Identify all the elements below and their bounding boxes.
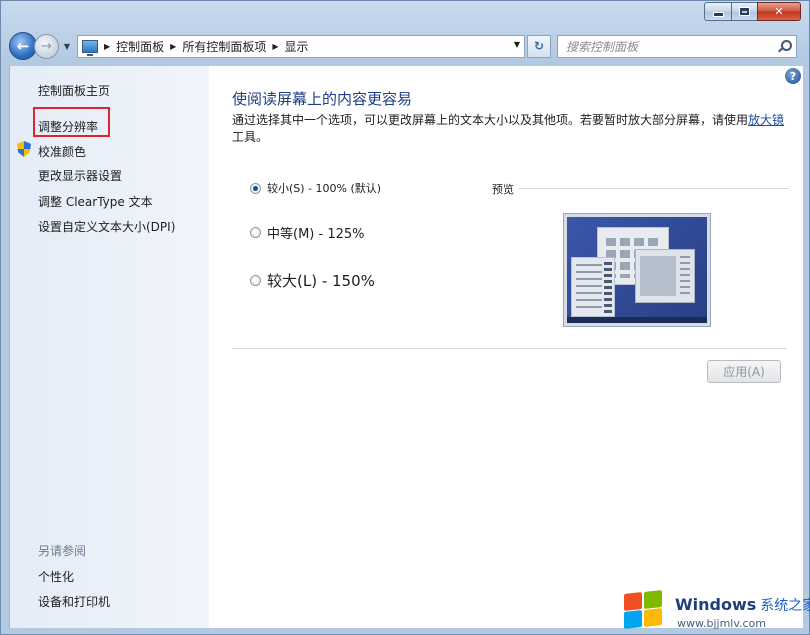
- close-button[interactable]: ✕: [757, 2, 801, 21]
- close-icon: ✕: [774, 5, 784, 18]
- sidebar-item-calibrate-color[interactable]: 校准颜色: [38, 143, 86, 160]
- preview-window: [571, 257, 615, 317]
- uac-shield-icon: [17, 141, 31, 157]
- section-divider: [232, 348, 787, 349]
- refresh-icon: ↻: [533, 39, 545, 53]
- help-mark: ?: [789, 69, 797, 83]
- chevron-down-icon: ▼: [63, 41, 71, 51]
- search-placeholder: 搜索控制面板: [566, 39, 639, 54]
- option-smaller[interactable]: 较小(S) - 100% (默认): [250, 180, 381, 196]
- breadcrumb-all-items[interactable]: 所有控制面板项: [182, 38, 266, 55]
- forward-button[interactable]: →: [34, 33, 59, 59]
- minimize-button[interactable]: [704, 2, 731, 21]
- search-icon[interactable]: [778, 40, 792, 52]
- refresh-button[interactable]: ↻: [527, 34, 551, 58]
- option-medium-label: 中等(M) - 125%: [267, 227, 365, 242]
- radio-smaller[interactable]: [250, 182, 261, 194]
- description-text: 通过选择其中一个选项，可以更改屏幕上的文本大小以及其他项。若要暂时放大部分屏幕，…: [232, 113, 749, 127]
- radio-larger[interactable]: [250, 275, 261, 286]
- apply-button[interactable]: 应用(A): [707, 360, 781, 383]
- forward-arrow-icon: →: [41, 38, 52, 54]
- preview-taskbar: [567, 317, 707, 323]
- description-tail: 工具。: [232, 130, 269, 144]
- site-watermark: Windows 系统之家 www.bjjmlv.com: [621, 583, 810, 633]
- maximize-icon: [739, 7, 750, 16]
- sidebar-item-cleartype[interactable]: 调整 ClearType 文本: [38, 193, 153, 210]
- option-larger-label: 较大(L) - 150%: [267, 272, 375, 290]
- page-description: 通过选择其中一个选项，可以更改屏幕上的文本大小以及其他项。若要暂时放大部分屏幕，…: [232, 112, 787, 146]
- preview-divider: [519, 188, 789, 189]
- windows-logo-icon: [621, 589, 665, 629]
- caption-buttons: ✕: [704, 2, 801, 21]
- breadcrumb-control-panel[interactable]: 控制面板: [116, 38, 164, 55]
- control-panel-window: ✕ ← → ▼ ▶ 控制面板 ▶ 所有控制面板项 ▶ 显示 ▼ ↻ 搜索控制面板…: [0, 0, 810, 635]
- help-icon[interactable]: ?: [785, 68, 801, 84]
- see-also-heading: 另请参阅: [38, 544, 87, 558]
- recent-pages-dropdown[interactable]: ▼: [61, 42, 73, 51]
- control-panel-icon: [82, 39, 98, 56]
- option-medium[interactable]: 中等(M) - 125%: [250, 223, 364, 242]
- sidebar-item-personalization[interactable]: 个性化: [38, 568, 74, 585]
- preview-label: 预览: [492, 183, 514, 196]
- preview-desktop: [567, 217, 707, 323]
- watermark-url: www.bjjmlv.com: [677, 617, 766, 630]
- maximize-button[interactable]: [731, 2, 757, 21]
- sidebar-item-adjust-resolution[interactable]: 调整分辨率: [38, 118, 98, 135]
- watermark-title: Windows 系统之家: [675, 595, 810, 615]
- watermark-subtitle: 系统之家: [760, 598, 810, 614]
- back-button[interactable]: ←: [9, 32, 37, 60]
- sidebar-item-devices-printers[interactable]: 设备和打印机: [38, 593, 110, 610]
- breadcrumb-separator-icon[interactable]: ▶: [104, 42, 110, 51]
- preview-window: [635, 249, 695, 303]
- option-smaller-label: 较小(S) - 100% (默认): [267, 182, 382, 195]
- address-bar[interactable]: ▶ 控制面板 ▶ 所有控制面板项 ▶ 显示 ▼: [77, 34, 525, 58]
- breadcrumb-separator-icon[interactable]: ▶: [272, 42, 278, 51]
- option-larger[interactable]: 较大(L) - 150%: [250, 270, 375, 291]
- address-dropdown-icon[interactable]: ▼: [514, 40, 520, 49]
- sidebar: 控制面板主页 调整分辨率 校准颜色 更改显示器设置 调整 ClearType 文…: [9, 66, 209, 628]
- breadcrumb-separator-icon[interactable]: ▶: [170, 42, 176, 51]
- back-arrow-icon: ←: [16, 37, 30, 55]
- sidebar-item-home[interactable]: 控制面板主页: [38, 82, 110, 99]
- navigation-bar: ← → ▼ ▶ 控制面板 ▶ 所有控制面板项 ▶ 显示 ▼ ↻ 搜索控制面板: [9, 32, 803, 60]
- watermark-brand: Windows: [675, 595, 757, 614]
- main-content: ? 使阅读屏幕上的内容更容易 通过选择其中一个选项，可以更改屏幕上的文本大小以及…: [209, 66, 803, 628]
- minimize-icon: [712, 12, 724, 17]
- sidebar-item-custom-dpi[interactable]: 设置自定义文本大小(DPI): [38, 218, 175, 235]
- search-input[interactable]: 搜索控制面板: [557, 34, 797, 58]
- page-title: 使阅读屏幕上的内容更容易: [232, 90, 413, 108]
- radio-medium[interactable]: [250, 227, 261, 238]
- magnifier-link[interactable]: 放大镜: [748, 113, 784, 127]
- preview-image: [563, 213, 711, 327]
- breadcrumb-display[interactable]: 显示: [285, 38, 309, 55]
- sidebar-item-display-settings[interactable]: 更改显示器设置: [38, 167, 122, 184]
